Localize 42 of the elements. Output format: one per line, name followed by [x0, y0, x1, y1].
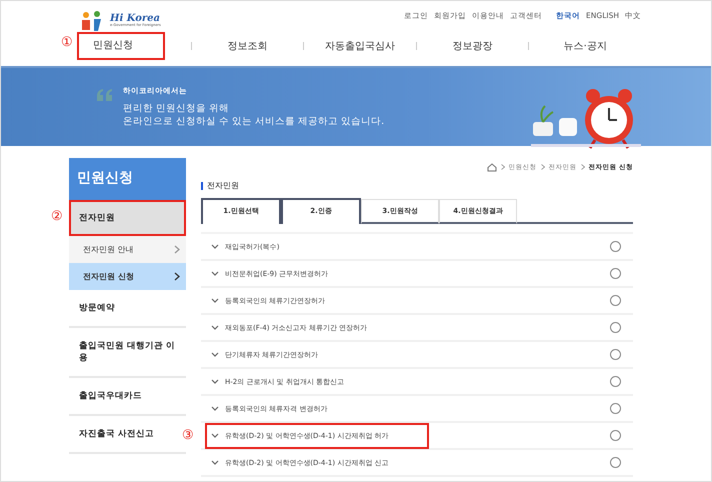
radio-button[interactable]: [610, 403, 621, 414]
section-title: 전자민원: [201, 182, 633, 190]
nav-menu-item[interactable]: 뉴스·공지: [550, 36, 621, 56]
chevron-down-icon: [211, 298, 219, 303]
chevron-right-icon: [500, 164, 505, 170]
chevron-down-icon: [211, 379, 219, 384]
chevron-down-icon: [211, 460, 219, 465]
banner-text: 온라인으로 신청하실 수 있는 서비스를 제공하고 있습니다.: [123, 116, 384, 128]
sidebar-submenu-item[interactable]: 전자민원 신청: [69, 263, 186, 290]
chevron-right-icon: [580, 164, 585, 170]
chevron-right-icon: [540, 164, 545, 170]
chevron-down-icon: [211, 433, 219, 438]
chevron-down-icon: [211, 271, 219, 276]
chevron-down-icon: [211, 406, 219, 411]
radio-button[interactable]: [610, 268, 621, 279]
sidebar-title: 민원신청: [69, 158, 186, 200]
radio-button[interactable]: [610, 295, 621, 306]
radio-button[interactable]: [610, 457, 621, 468]
chevron-down-icon: [211, 244, 219, 249]
radio-button[interactable]: [610, 430, 621, 441]
nav-menu-item[interactable]: 민원신청: [79, 34, 163, 58]
sidebar-menu-item[interactable]: 전자민원: [69, 200, 186, 236]
radio-button[interactable]: [610, 241, 621, 252]
chevron-down-icon: [211, 352, 219, 357]
home-icon[interactable]: [486, 162, 497, 172]
sidebar-menu-item[interactable]: 출입국민원 대행기관 이용: [69, 328, 186, 378]
quote-mark-icon: [97, 86, 113, 98]
sidebar-menu-item[interactable]: 방문예약: [69, 290, 186, 328]
chevron-right-icon: [174, 272, 180, 281]
nav-menu-item[interactable]: 정보조회: [213, 36, 282, 56]
radio-button[interactable]: [610, 349, 621, 360]
annotation-number: ①: [61, 36, 73, 49]
sidebar-menu-item[interactable]: 출입국우대카드: [69, 378, 186, 416]
sidebar-submenu-item[interactable]: 전자민원 안내: [69, 236, 186, 263]
radio-button[interactable]: [610, 322, 621, 333]
banner-text: 편리한 민원신청을 위해: [123, 103, 230, 116]
annotation-number: ②: [51, 210, 63, 223]
nav-menu-item[interactable]: 자동출입국심사: [310, 36, 409, 56]
radio-button[interactable]: [610, 376, 621, 387]
chevron-down-icon: [211, 325, 219, 330]
nav-menu-item[interactable]: 정보광장: [438, 36, 507, 56]
chevron-right-icon: [174, 245, 180, 254]
